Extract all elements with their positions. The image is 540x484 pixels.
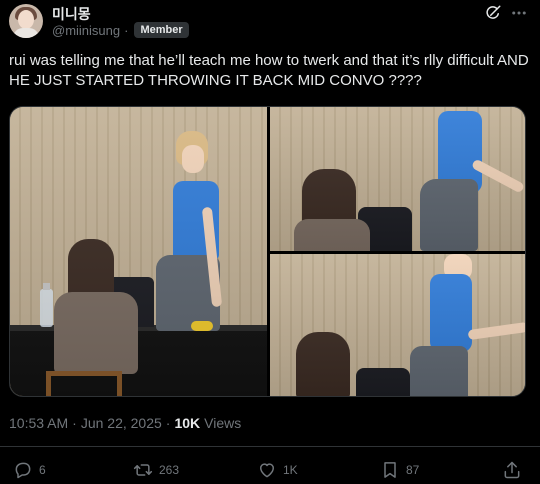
- like-icon: [260, 463, 274, 478]
- member-badge[interactable]: Member: [134, 22, 189, 38]
- tweet-time[interactable]: 10:53 AM: [9, 415, 68, 431]
- like-button[interactable]: 1K: [257, 460, 298, 480]
- views-label: Views: [204, 415, 242, 431]
- meta-separator: ·: [165, 415, 171, 431]
- reply-count: 6: [39, 463, 46, 477]
- bookmark-button[interactable]: 87: [380, 460, 419, 480]
- views-count[interactable]: 10K: [174, 415, 200, 431]
- photo-1[interactable]: [10, 107, 267, 396]
- photo-2[interactable]: [270, 107, 525, 251]
- bookmark-icon: [384, 462, 396, 478]
- retweet-count: 263: [159, 463, 180, 477]
- tweet-text: rui was telling me that he’ll teach me h…: [9, 52, 529, 89]
- retweet-button[interactable]: 263: [133, 460, 179, 480]
- author-display-name[interactable]: 미니몽: [52, 4, 91, 24]
- photo-3[interactable]: [270, 254, 525, 396]
- share-icon: [504, 461, 520, 479]
- more-icon[interactable]: [510, 4, 528, 22]
- author-handle[interactable]: @miinisung: [52, 23, 120, 38]
- bookmark-count: 87: [406, 463, 420, 477]
- media-grid: [9, 106, 526, 397]
- meta-separator: ·: [72, 415, 77, 431]
- reply-icon: [15, 462, 31, 479]
- share-button[interactable]: [502, 460, 522, 480]
- retweet-icon: [133, 464, 153, 476]
- avatar[interactable]: [9, 4, 43, 38]
- author-handle-row: @miinisung · Member: [52, 22, 189, 38]
- handle-separator: ·: [124, 22, 129, 38]
- reply-button[interactable]: 6: [13, 460, 46, 480]
- divider: [0, 446, 540, 447]
- grok-icon[interactable]: [484, 4, 502, 22]
- tweet-meta: 10:53 AM · Jun 22, 2025 · 10K Views: [9, 415, 241, 431]
- like-count: 1K: [283, 463, 298, 477]
- tweet: 미니몽 @miinisung · Member rui was telling …: [0, 0, 540, 484]
- tweet-date[interactable]: Jun 22, 2025: [81, 415, 162, 431]
